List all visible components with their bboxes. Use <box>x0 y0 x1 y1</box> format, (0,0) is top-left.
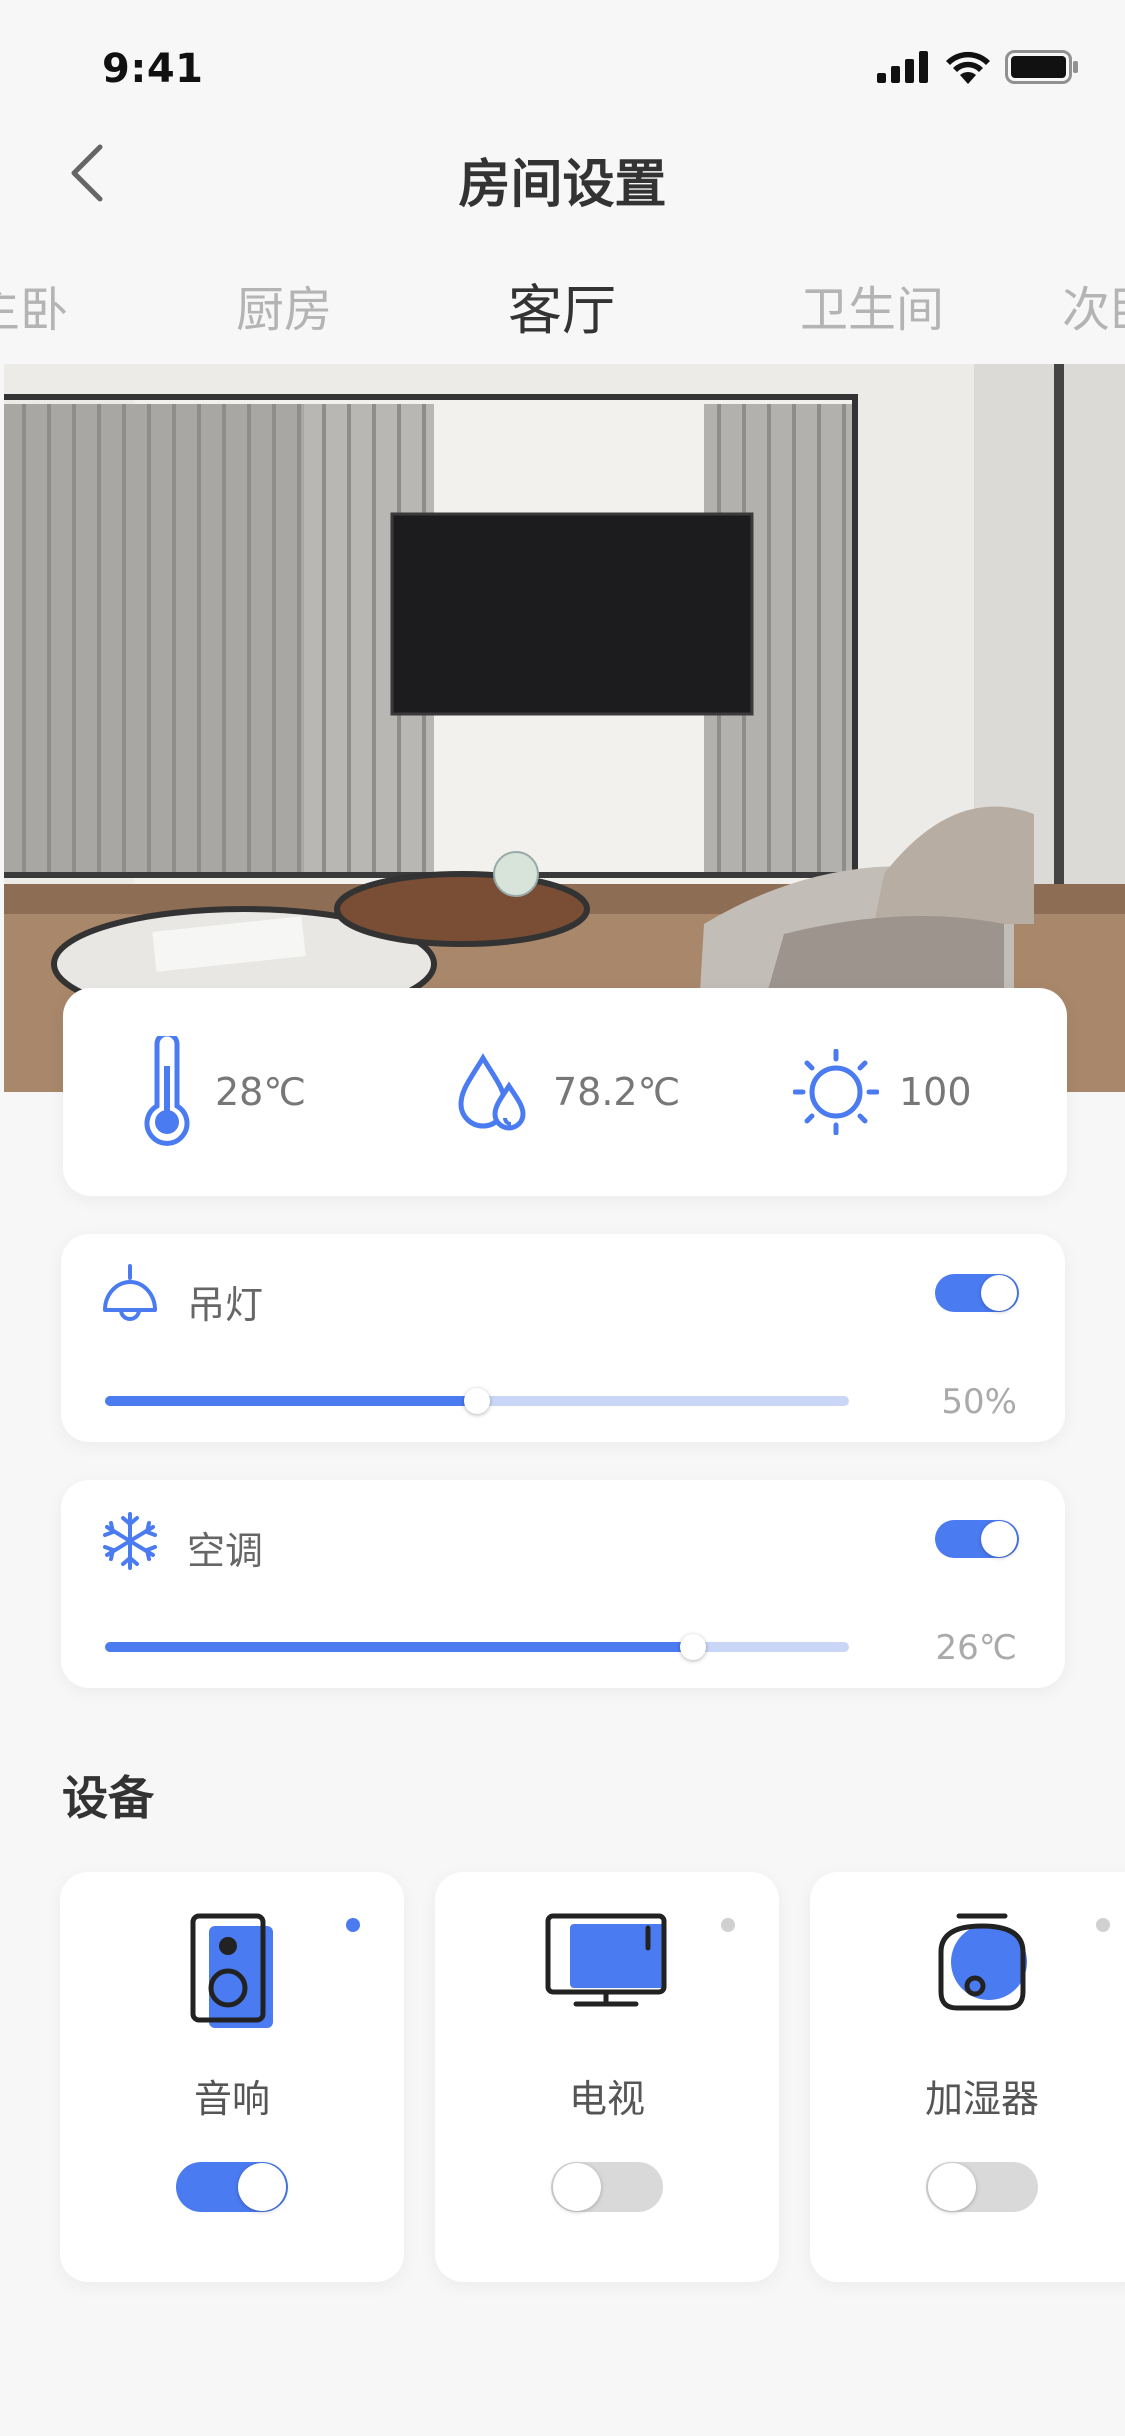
device-card-speaker[interactable]: 音响 <box>60 1872 404 2282</box>
humidity-drops-icon <box>458 1053 526 1131</box>
devices-section-title: 设备 <box>62 1771 154 1825</box>
page-title: 房间设置 <box>458 155 667 215</box>
speaker-toggle[interactable] <box>176 2162 288 2212</box>
thermometer-icon <box>144 1036 190 1146</box>
humidifier-icon <box>938 1913 1027 2011</box>
device-card-humidifier[interactable]: 加湿器 <box>810 1872 1125 2282</box>
tv-icon <box>545 1913 667 2007</box>
humidity-value: 78.2℃ <box>553 1070 681 1114</box>
air-conditioner-slider-thumb[interactable] <box>679 1634 706 1660</box>
humidity-reading: 78.2℃ <box>453 988 680 1196</box>
tab-second-bedroom[interactable]: 次卧 <box>1062 270 1125 340</box>
air-conditioner-toggle[interactable] <box>935 1520 1019 1558</box>
room-photo <box>4 364 1125 1092</box>
tab-kitchen[interactable]: 厨房 <box>236 270 332 340</box>
brightness-value: 100 <box>899 1070 972 1114</box>
device-name: 音响 <box>193 2077 270 2121</box>
air-conditioner-label: 空调 <box>187 1529 264 1573</box>
tab-master-bedroom[interactable]: 主卧 <box>0 270 68 340</box>
pendant-light-label: 吊灯 <box>187 1283 264 1327</box>
sun-icon <box>793 1049 879 1135</box>
tv-toggle[interactable] <box>551 2162 663 2212</box>
pendant-light-slider-thumb[interactable] <box>464 1388 490 1414</box>
device-card-tv[interactable]: 电视 <box>435 1872 779 2282</box>
pendant-light-value: 50% <box>941 1382 1017 1422</box>
tab-living-room[interactable]: 客厅 <box>508 266 616 345</box>
pendant-light-card: 吊灯 50% <box>61 1234 1065 1442</box>
room-tabs: 主卧 厨房 客厅 卫生间 次卧 <box>0 270 1125 350</box>
room-settings-screen: 9:41 房间设置 主卧 <box>0 0 1125 2436</box>
air-conditioner-card: 空调 26℃ <box>61 1480 1065 1688</box>
environment-card: 28℃ 78.2℃ 100 <box>63 988 1067 1196</box>
pendant-lamp-icon <box>103 1264 157 1321</box>
humidifier-toggle[interactable] <box>926 2162 1038 2212</box>
snowflake-icon <box>103 1512 157 1570</box>
status-icons <box>877 50 1079 84</box>
pendant-light-toggle[interactable] <box>935 1274 1019 1312</box>
status-bar: 9:41 <box>0 0 1125 132</box>
air-conditioner-slider[interactable] <box>105 1634 849 1660</box>
pendant-light-slider[interactable] <box>105 1388 849 1414</box>
tab-bathroom[interactable]: 卫生间 <box>800 270 944 340</box>
cellular-signal-icon <box>877 51 928 83</box>
wifi-icon <box>946 51 990 84</box>
status-time: 9:41 <box>102 46 204 92</box>
air-conditioner-value: 26℃ <box>935 1628 1017 1668</box>
temperature-value: 28℃ <box>215 1070 307 1114</box>
battery-icon <box>1005 50 1078 84</box>
device-name: 电视 <box>568 2077 645 2121</box>
speaker-icon <box>190 1913 273 2028</box>
temperature-reading: 28℃ <box>139 988 306 1196</box>
device-name: 加湿器 <box>924 2077 1039 2121</box>
brightness-reading: 100 <box>793 988 972 1196</box>
